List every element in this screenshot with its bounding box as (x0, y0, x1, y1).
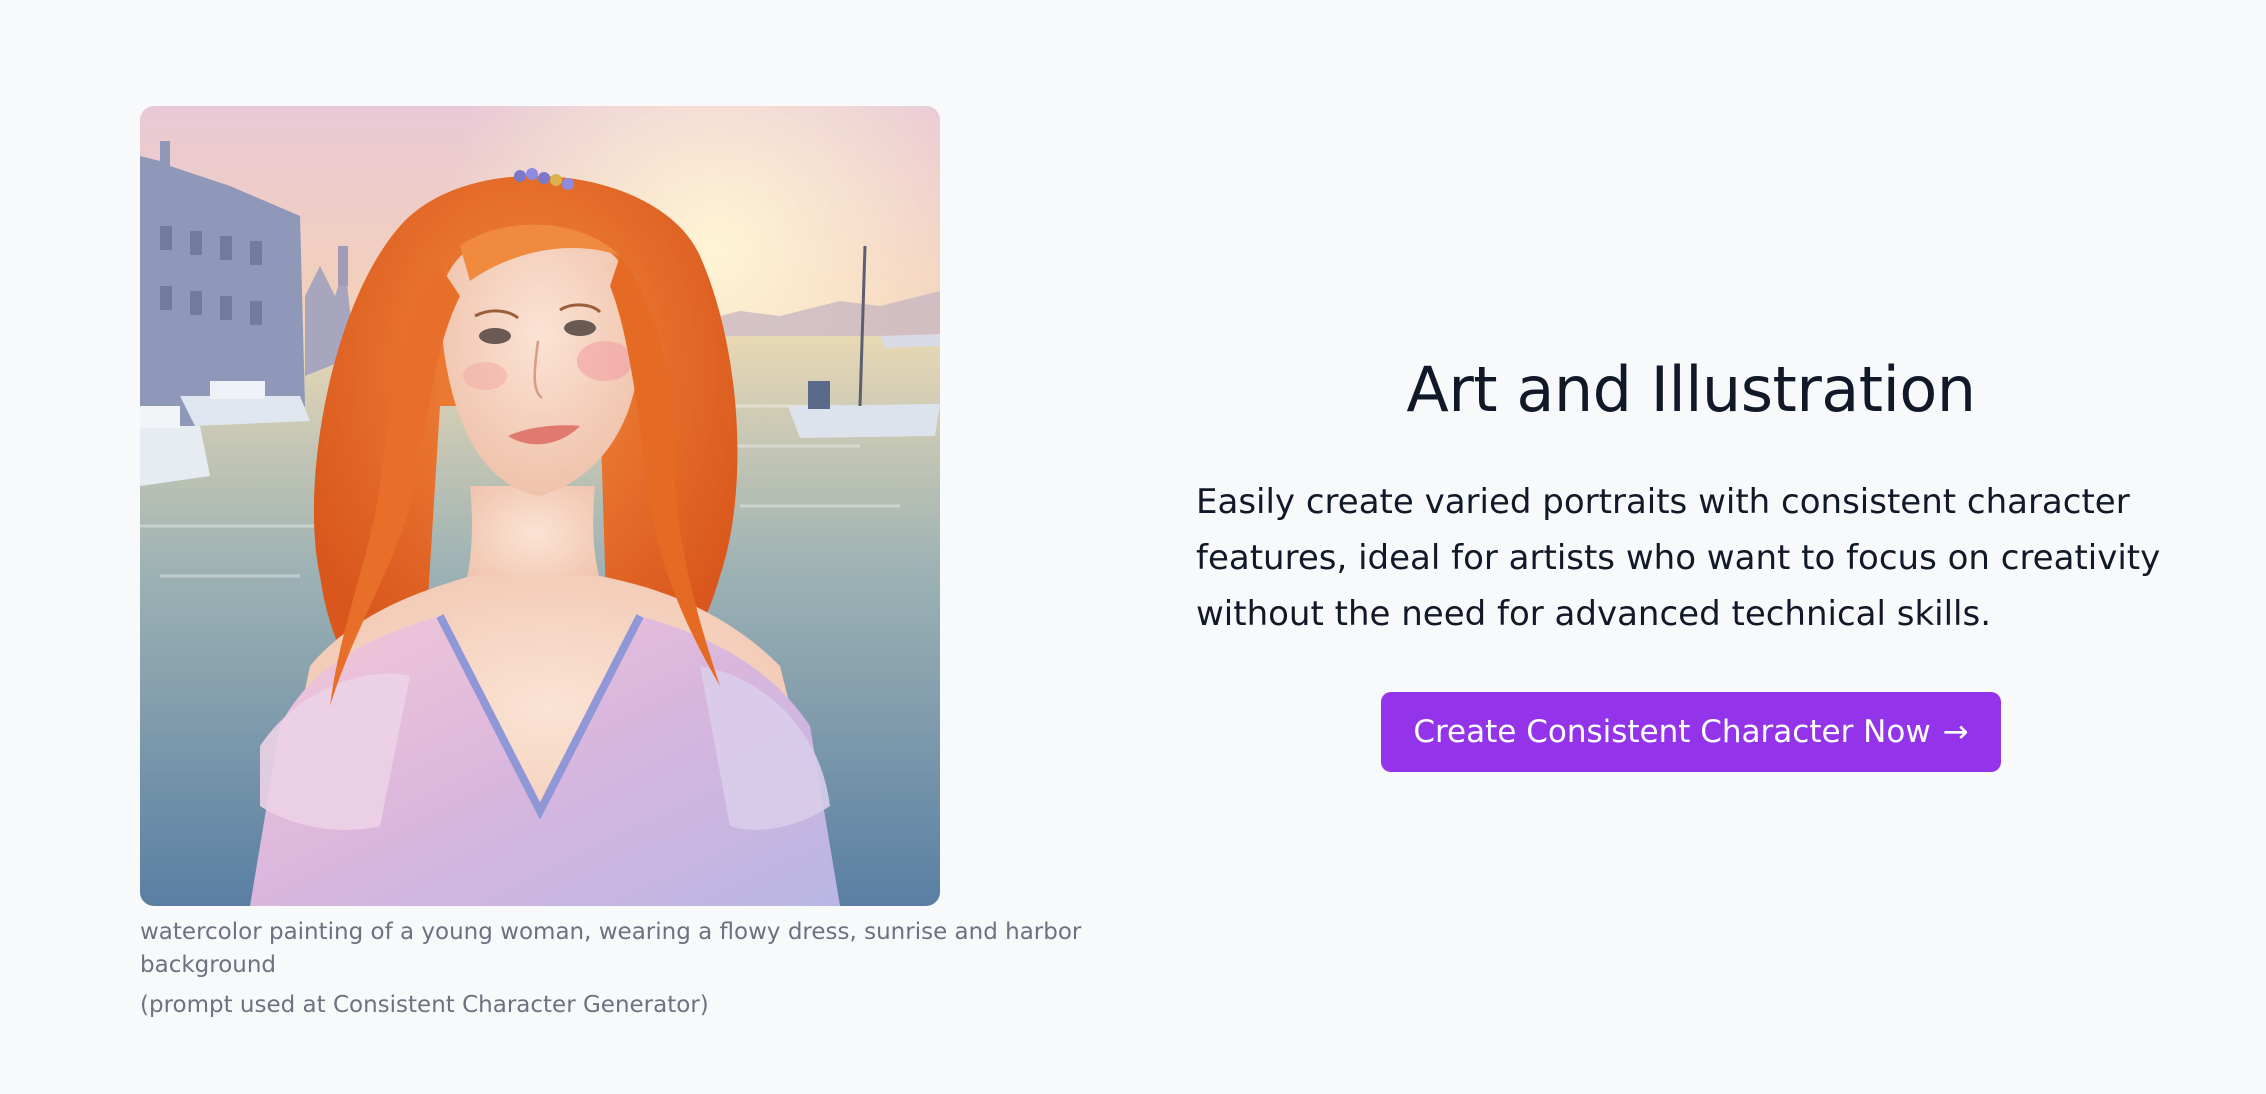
cta-container: Create Consistent Character Now → (1196, 692, 2186, 772)
cta-label: Create Consistent Character Now (1413, 714, 1931, 750)
create-consistent-character-button[interactable]: Create Consistent Character Now → (1381, 692, 2001, 772)
section-heading: Art and Illustration (1406, 353, 1976, 426)
caption-prompt: watercolor painting of a young woman, we… (140, 919, 1082, 978)
portrait-image (140, 106, 940, 906)
example-figure: watercolor painting of a young woman, we… (140, 106, 1100, 1022)
caption-source: (prompt used at Consistent Character Gen… (140, 992, 709, 1018)
arrow-right-icon: → (1942, 714, 1969, 750)
section-description: Easily create varied portraits with cons… (1196, 482, 2161, 634)
feature-copy: Art and Illustration Easily create varie… (1196, 348, 2186, 772)
image-caption: watercolor painting of a young woman, we… (140, 916, 1100, 1022)
feature-section: watercolor painting of a young woman, we… (0, 0, 2266, 1094)
